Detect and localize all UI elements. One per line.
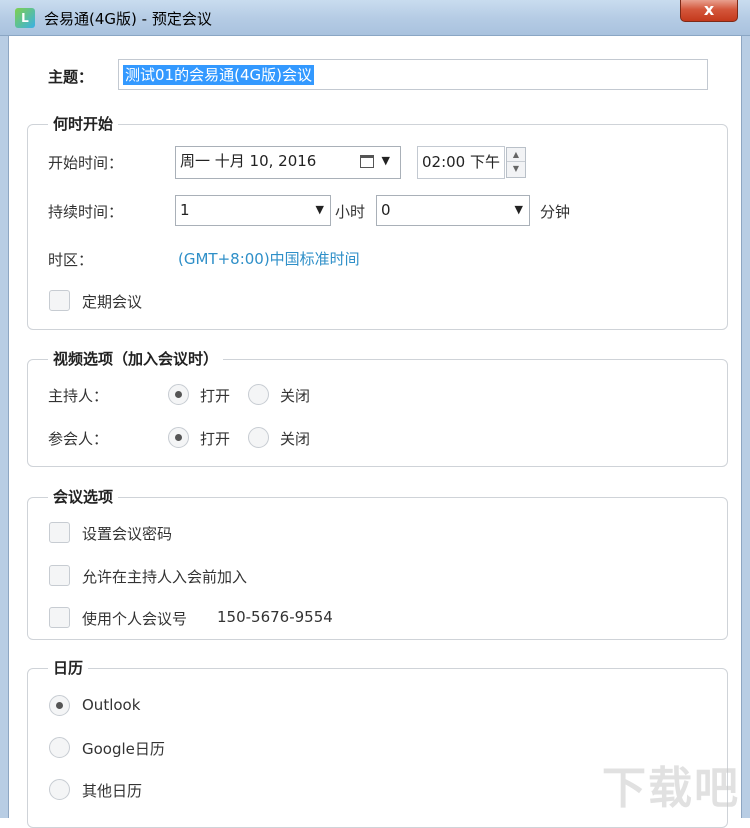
recurring-checkbox[interactable] bbox=[49, 290, 70, 311]
calendar-icon[interactable] bbox=[360, 155, 374, 168]
title-bar: L 会易通(4G版) - 预定会议 x bbox=[0, 0, 750, 36]
watermark-logo: 下载吧 bbox=[602, 763, 740, 814]
participant-video-on-radio[interactable] bbox=[168, 427, 189, 448]
chevron-down-icon[interactable]: ▼ bbox=[382, 147, 390, 175]
timezone-value[interactable]: (GMT+8:00)中国标准时间 bbox=[178, 248, 360, 269]
personal-id-checkbox[interactable] bbox=[49, 607, 70, 628]
start-date-picker[interactable]: 周一 十月 10, 2016 ▼ bbox=[175, 146, 401, 179]
calendar-google-radio[interactable] bbox=[49, 737, 70, 758]
start-time-input[interactable]: 02:00 下午 bbox=[417, 146, 505, 179]
host-video-label: 主持人： bbox=[48, 387, 109, 405]
join-before-host-checkbox[interactable] bbox=[49, 565, 70, 586]
participant-video-on-label: 打开 bbox=[200, 430, 231, 448]
hours-unit-label: 小时 bbox=[335, 203, 366, 221]
subject-input[interactable]: 测试01的会易通(4G版)会议 bbox=[118, 59, 708, 90]
start-time-value: 02:00 下午 bbox=[422, 153, 500, 171]
participant-video-off-label: 关闭 bbox=[280, 430, 311, 448]
recurring-label: 定期会议 bbox=[82, 293, 143, 311]
participant-video-off-radio[interactable] bbox=[248, 427, 269, 448]
host-video-on-radio[interactable] bbox=[168, 384, 189, 405]
start-time-label: 开始时间： bbox=[48, 154, 124, 172]
personal-id-label: 使用个人会议号 bbox=[82, 610, 188, 628]
chevron-down-icon: ▼ bbox=[514, 203, 523, 216]
app-logo-icon: L bbox=[15, 8, 35, 28]
video-group: 视频选项（加入会议时） bbox=[27, 349, 728, 467]
password-label: 设置会议密码 bbox=[82, 525, 173, 543]
meeting-options-group-title: 会议选项 bbox=[48, 487, 119, 507]
password-checkbox[interactable] bbox=[49, 522, 70, 543]
host-video-on-label: 打开 bbox=[200, 387, 231, 405]
close-button[interactable]: x bbox=[680, 0, 738, 22]
minutes-unit-label: 分钟 bbox=[540, 203, 571, 221]
calendar-google-label: Google日历 bbox=[82, 740, 165, 758]
window-title: 会易通(4G版) - 预定会议 bbox=[44, 10, 212, 28]
join-before-host-label: 允许在主持人入会前加入 bbox=[82, 568, 248, 586]
duration-minutes-select[interactable]: 0 ▼ bbox=[376, 195, 530, 226]
personal-id-value: 150-5676-9554 bbox=[217, 608, 333, 626]
host-video-off-label: 关闭 bbox=[280, 387, 311, 405]
calendar-other-radio[interactable] bbox=[49, 779, 70, 800]
calendar-other-label: 其他日历 bbox=[82, 782, 143, 800]
duration-minutes-value: 0 bbox=[381, 201, 391, 219]
calendar-group-title: 日历 bbox=[48, 658, 89, 678]
calendar-outlook-label: Outlook bbox=[82, 696, 141, 714]
subject-input-value: 测试01的会易通(4G版)会议 bbox=[123, 65, 314, 85]
start-date-value: 周一 十月 10, 2016 bbox=[180, 152, 317, 170]
spin-down-icon[interactable]: ▼ bbox=[507, 162, 525, 176]
video-group-title: 视频选项（加入会议时） bbox=[48, 349, 224, 369]
host-video-off-radio[interactable] bbox=[248, 384, 269, 405]
duration-hours-value: 1 bbox=[180, 201, 190, 219]
subject-label: 主题： bbox=[48, 68, 94, 86]
time-spinner[interactable]: ▲ ▼ bbox=[506, 147, 526, 178]
participant-video-label: 参会人： bbox=[48, 430, 109, 448]
spin-up-icon[interactable]: ▲ bbox=[507, 148, 525, 162]
calendar-outlook-radio[interactable] bbox=[49, 695, 70, 716]
duration-label: 持续时间： bbox=[48, 203, 124, 221]
chevron-down-icon: ▼ bbox=[315, 203, 324, 216]
duration-hours-select[interactable]: 1 ▼ bbox=[175, 195, 331, 226]
timezone-label: 时区： bbox=[48, 251, 94, 269]
when-group-title: 何时开始 bbox=[48, 114, 119, 134]
close-icon: x bbox=[703, 0, 715, 19]
